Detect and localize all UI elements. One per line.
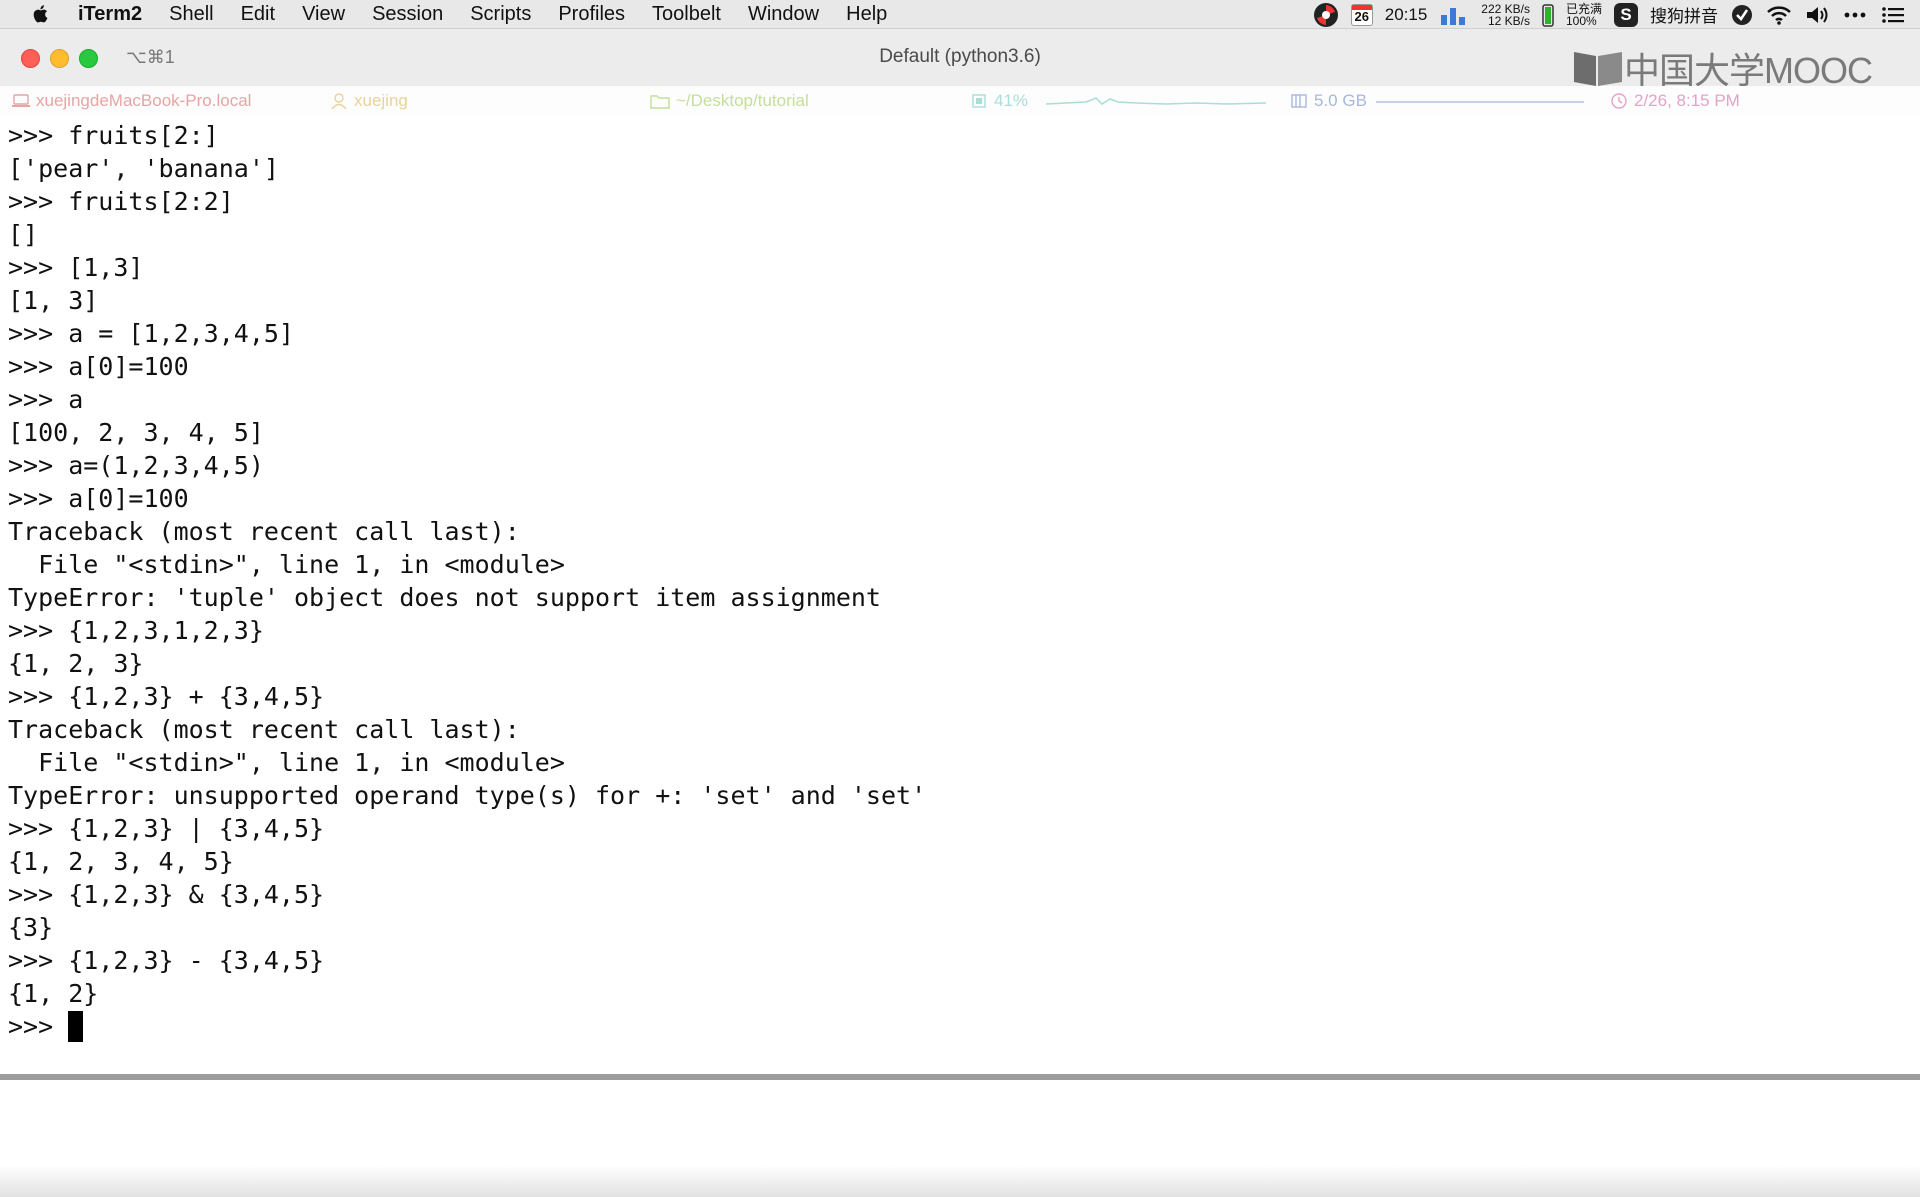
terminal-line: {3}: [8, 913, 54, 942]
screen-recorder-icon[interactable]: [1313, 2, 1339, 28]
terminal-line: >>> {1,2,3} - {3,4,5}: [8, 946, 325, 975]
status-clock[interactable]: 2/26, 8:15 PM: [1610, 91, 1740, 111]
terminal-line: >>> fruits[2:]: [8, 121, 219, 150]
terminal-line: []: [8, 220, 39, 249]
menu-bar: iTerm2 Shell Edit View Session Scripts P…: [0, 0, 1920, 29]
menu-extras: 26 20:15 222 KB/s 12 KB/s 已充满 100% S 搜狗拼…: [1313, 0, 1906, 29]
terminal-line: >>> a = [1,2,3,4,5]: [8, 319, 294, 348]
battery-percent: 100%: [1565, 13, 1597, 28]
terminal-line: >>> a: [8, 385, 84, 414]
username-text: xuejing: [354, 91, 408, 110]
cpu-usage-graph: [1046, 97, 1266, 105]
terminal-line: File "<stdin>", line 1, in <module>: [8, 748, 565, 777]
menu-scripts[interactable]: Scripts: [470, 3, 531, 26]
net-upload-speed: 222 KB/s: [1481, 1, 1530, 16]
window-titlebar[interactable]: ⌥⌘1 Default (python3.6) 中国大学MOOC: [0, 29, 1920, 91]
iterm-status-bar: xuejingdeMacBook-Pro.local xuejing ~/Des…: [0, 86, 1920, 117]
status-hostname[interactable]: xuejingdeMacBook-Pro.local: [12, 91, 251, 111]
battery-status[interactable]: 已充满 100%: [1566, 3, 1602, 27]
clock-icon: [1611, 93, 1627, 109]
terminal-output: >>> fruits[2:] ['pear', 'banana'] >>> fr…: [8, 119, 926, 1043]
terminal-line: >>> a=(1,2,3,4,5): [8, 451, 264, 480]
terminal-line: [1, 3]: [8, 286, 99, 315]
terminal-prompt-line[interactable]: >>>: [8, 1010, 926, 1043]
datetime-text: 2/26, 8:15 PM: [1634, 91, 1740, 110]
folder-icon: [650, 95, 670, 109]
text-cursor: [68, 1011, 84, 1042]
terminal-line: [100, 2, 3, 4, 5]: [8, 418, 264, 447]
menu-app-iterm2[interactable]: iTerm2: [78, 3, 142, 26]
terminal-line: >>> [1,3]: [8, 253, 144, 282]
terminal-line: {1, 2, 3}: [8, 649, 144, 678]
menu-view[interactable]: View: [302, 3, 345, 26]
memory-usage-bar: [1376, 101, 1584, 103]
terminal-line: {1, 2}: [8, 979, 99, 1008]
hostname-text: xuejingdeMacBook-Pro.local: [36, 91, 252, 110]
window-bottom-shadow: [0, 1165, 1920, 1197]
terminal-line: ['pear', 'banana']: [8, 154, 279, 183]
menu-profiles[interactable]: Profiles: [558, 3, 625, 26]
cpu-icon: [972, 94, 986, 108]
terminal-line: >>> {1,2,3} | {3,4,5}: [8, 814, 325, 843]
terminal-line: >>> {1,2,3} + {3,4,5}: [8, 682, 325, 711]
menu-help[interactable]: Help: [846, 3, 887, 26]
status-memory[interactable]: 5.0 GB: [1290, 91, 1367, 111]
battery-status-label: 已充满: [1565, 1, 1602, 16]
apple-icon[interactable]: [30, 3, 52, 25]
volume-icon[interactable]: [1804, 4, 1830, 26]
cpu-meter-icon[interactable]: [1439, 3, 1469, 27]
directory-text: ~/Desktop/tutorial: [676, 91, 809, 110]
terminal-line: File "<stdin>", line 1, in <module>: [8, 550, 565, 579]
terminal-prompt: >>>: [8, 1012, 69, 1041]
menu-edit[interactable]: Edit: [241, 3, 275, 26]
mooc-logo-icon: [1574, 52, 1622, 86]
calendar-icon[interactable]: 26: [1350, 3, 1373, 26]
wifi-icon[interactable]: [1766, 4, 1792, 26]
status-directory[interactable]: ~/Desktop/tutorial: [650, 91, 809, 111]
notification-center-icon[interactable]: [1880, 4, 1906, 26]
status-cpu[interactable]: 41%: [970, 91, 1028, 111]
terminal-line: Traceback (most recent call last):: [8, 517, 520, 546]
battery-icon[interactable]: [1542, 3, 1554, 27]
menu-session[interactable]: Session: [372, 3, 443, 26]
mooc-watermark: 中国大学MOOC: [1572, 45, 1873, 91]
terminal-line: TypeError: 'tuple' object does not suppo…: [8, 583, 881, 612]
more-icon[interactable]: [1842, 4, 1868, 26]
terminal-line: >>> a[0]=100: [8, 484, 189, 513]
menu-clock[interactable]: 20:15: [1385, 5, 1428, 25]
memory-icon: [1291, 94, 1307, 108]
window-bottom-edge: [0, 1074, 1920, 1080]
terminal-line: >>> {1,2,3,1,2,3}: [8, 616, 264, 645]
computer-icon: [12, 94, 30, 107]
menu-window[interactable]: Window: [748, 3, 819, 26]
checkmark-circle-icon[interactable]: [1730, 3, 1754, 27]
terminal-line: TypeError: unsupported operand type(s) f…: [8, 781, 927, 810]
terminal-line: Traceback (most recent call last):: [8, 715, 520, 744]
network-speed[interactable]: 222 KB/s 12 KB/s: [1481, 3, 1530, 27]
terminal-pane[interactable]: >>> fruits[2:] ['pear', 'banana'] >>> fr…: [0, 117, 1920, 1197]
menu-shell[interactable]: Shell: [169, 3, 213, 26]
menu-toolbelt[interactable]: Toolbelt: [652, 3, 721, 26]
sogou-ime-icon[interactable]: S: [1614, 2, 1638, 27]
memory-text: 5.0 GB: [1314, 91, 1367, 110]
status-username[interactable]: xuejing: [330, 91, 408, 111]
terminal-line: >>> a[0]=100: [8, 352, 189, 381]
terminal-line: >>> {1,2,3} & {3,4,5}: [8, 880, 325, 909]
terminal-line: {1, 2, 3, 4, 5}: [8, 847, 234, 876]
terminal-line: >>> fruits[2:2]: [8, 187, 234, 216]
net-download-speed: 12 KB/s: [1487, 13, 1530, 28]
user-icon: [331, 93, 347, 110]
input-method-label[interactable]: 搜狗拼音: [1650, 2, 1718, 27]
cpu-percent-text: 41%: [994, 91, 1029, 110]
